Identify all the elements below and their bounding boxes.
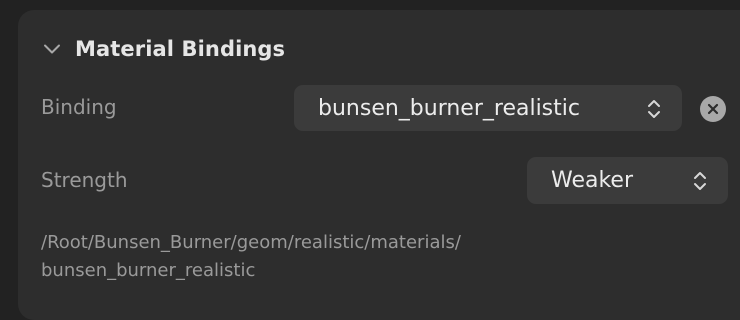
binding-label: Binding xyxy=(41,95,117,119)
chevron-up-down-icon xyxy=(689,169,711,193)
chevron-down-icon xyxy=(40,37,64,61)
material-path: /Root/Bunsen_Burner/geom/realistic/mater… xyxy=(41,229,641,285)
binding-value: bunsen_burner_realistic xyxy=(318,95,580,121)
strength-label: Strength xyxy=(41,168,128,192)
clear-x-circle-icon xyxy=(707,103,719,115)
strength-popup-button[interactable]: Weaker xyxy=(527,157,728,204)
material-path-line-1: /Root/Bunsen_Burner/geom/realistic/mater… xyxy=(41,232,461,253)
material-path-line-2: bunsen_burner_realistic xyxy=(41,260,256,281)
section-title: Material Bindings xyxy=(75,37,286,61)
binding-popup-button[interactable]: bunsen_burner_realistic xyxy=(294,85,682,131)
section-disclosure-toggle[interactable]: Material Bindings xyxy=(40,30,285,68)
chevron-up-down-icon xyxy=(643,97,665,121)
strength-value: Weaker xyxy=(551,168,634,193)
clear-binding-button[interactable] xyxy=(700,96,726,122)
